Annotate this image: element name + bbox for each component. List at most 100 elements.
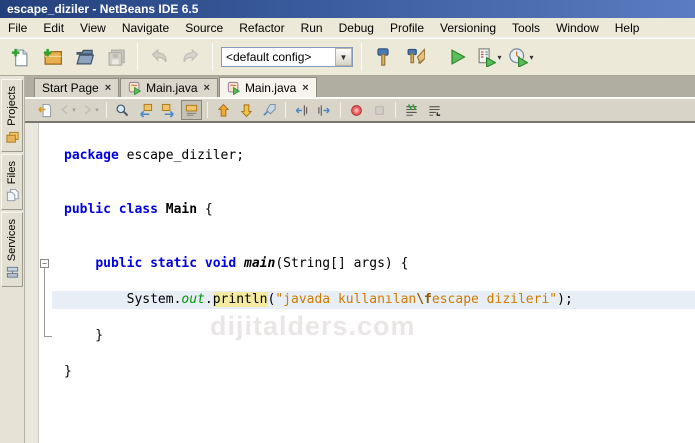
code-line: public static void main(String[] args) { (52, 255, 695, 273)
sidebar-tab-files[interactable]: Files (1, 154, 23, 210)
uncomment-button[interactable] (424, 100, 445, 120)
menu-debug[interactable]: Debug (331, 19, 382, 37)
menu-tools[interactable]: Tools (504, 19, 548, 37)
code-line: package escape_diziler; (52, 147, 695, 165)
redo-button (176, 42, 206, 72)
close-icon[interactable]: × (105, 82, 111, 94)
toggle-bookmark-button[interactable] (259, 100, 280, 120)
code-line: System.out.println("javada kullanılan\fe… (52, 291, 695, 309)
macro-record-icon (349, 103, 364, 118)
sidebar-tab-services[interactable]: Services (1, 212, 23, 287)
profile-project-button[interactable]: ▾ (506, 42, 536, 72)
tab-main-java-1[interactable]: Main.java × (120, 78, 218, 97)
code-line (52, 237, 695, 255)
menu-window[interactable]: Window (548, 19, 607, 37)
netbeans-window: escape_diziler - NetBeans IDE 6.5 FileEd… (0, 0, 695, 443)
back-icon (59, 104, 72, 117)
menu-run[interactable]: Run (293, 19, 331, 37)
debug-project-button[interactable]: ▾ (474, 42, 504, 72)
last-edit-icon (37, 103, 52, 118)
tab-label: Main.java (245, 81, 296, 95)
next-bookmark-button[interactable] (236, 100, 257, 120)
uncomment-icon (427, 103, 442, 118)
comment-icon (404, 103, 419, 118)
editor-gutter (25, 123, 39, 443)
shift-right-icon (317, 103, 332, 118)
tab-start-page-0[interactable]: Start Page × (34, 78, 119, 97)
code-line: } (52, 363, 695, 381)
sidebar-tab-label: Services (6, 219, 18, 261)
prev-bookmark-icon (216, 103, 231, 118)
projects-icon (5, 130, 20, 145)
config-select-value: <default config> (222, 50, 335, 64)
clean-build-icon (405, 47, 425, 67)
code-fold-collapse-button[interactable]: − (40, 259, 49, 268)
clean-build-button[interactable] (400, 42, 430, 72)
next-bookmark-icon (239, 103, 254, 118)
forward-button: ▾ (80, 100, 101, 120)
build-icon (373, 47, 393, 67)
toolbar-separator (340, 102, 341, 118)
build-project-button[interactable] (368, 42, 398, 72)
close-icon[interactable]: × (204, 82, 210, 94)
code-editor[interactable]: package escape_diziler;public class Main… (52, 123, 695, 443)
find-selection-button[interactable] (112, 100, 133, 120)
comment-button[interactable] (401, 100, 422, 120)
document-tab-row: Start Page × Main.java × Main.java × (25, 76, 695, 97)
run-project-button[interactable] (442, 42, 472, 72)
new-project-icon (42, 47, 62, 67)
new-file-icon (10, 47, 30, 67)
tab-main-java-2[interactable]: Main.java × (219, 77, 317, 97)
menu-navigate[interactable]: Navigate (114, 19, 177, 37)
toolbar-separator (137, 43, 138, 71)
shift-left-icon (294, 103, 309, 118)
menu-help[interactable]: Help (607, 19, 648, 37)
tab-label: Start Page (42, 81, 99, 95)
find-next-button[interactable] (158, 100, 179, 120)
menu-file[interactable]: File (0, 19, 35, 37)
stop-macro-recording-button (369, 100, 390, 120)
code-line (52, 273, 695, 291)
menu-edit[interactable]: Edit (35, 19, 72, 37)
previous-bookmark-button[interactable] (213, 100, 234, 120)
start-macro-recording-button[interactable] (346, 100, 367, 120)
java-class-icon (128, 81, 142, 95)
open-project-button[interactable] (69, 42, 99, 72)
find-selection-icon (115, 103, 130, 118)
menu-versioning[interactable]: Versioning (432, 19, 504, 37)
sidebar-tab-projects[interactable]: Projects (1, 79, 23, 152)
last-edit-location-button[interactable] (34, 100, 55, 120)
combo-dropdown-button[interactable]: ▼ (335, 48, 352, 66)
menu-profile[interactable]: Profile (382, 19, 432, 37)
window-title: escape_diziler - NetBeans IDE 6.5 (7, 2, 198, 16)
menu-source[interactable]: Source (177, 19, 231, 37)
dropdown-arrow-icon[interactable]: ▾ (497, 53, 501, 62)
close-icon[interactable]: × (302, 82, 308, 94)
toggle-highlight-button[interactable] (181, 100, 202, 120)
shift-line-right-button[interactable] (314, 100, 335, 120)
open-project-icon (74, 47, 94, 67)
save-all-button (101, 42, 131, 72)
config-select[interactable]: <default config>▼ (221, 47, 353, 67)
menu-refactor[interactable]: Refactor (231, 19, 292, 37)
code-fold-line-end (44, 336, 52, 337)
sidebar-tab-label: Projects (6, 86, 18, 126)
files-icon (5, 188, 20, 203)
toolbar-separator (361, 43, 362, 71)
services-icon (5, 265, 20, 280)
code-line (52, 165, 695, 183)
dropdown-arrow-icon[interactable]: ▾ (529, 53, 533, 62)
code-line (52, 345, 695, 363)
menu-view[interactable]: View (72, 19, 114, 37)
tab-label: Main.java (146, 81, 197, 95)
code-line: public class Main { (52, 201, 695, 219)
toggle-bookmark-icon (262, 103, 277, 118)
find-previous-button[interactable] (135, 100, 156, 120)
shift-line-left-button[interactable] (291, 100, 312, 120)
new-file-button[interactable] (5, 42, 35, 72)
toolbar-separator (207, 102, 208, 118)
new-project-button[interactable] (37, 42, 67, 72)
dropdown-arrow-icon: ▾ (95, 106, 99, 114)
toolbar-separator (285, 102, 286, 118)
profile-icon (508, 47, 528, 67)
